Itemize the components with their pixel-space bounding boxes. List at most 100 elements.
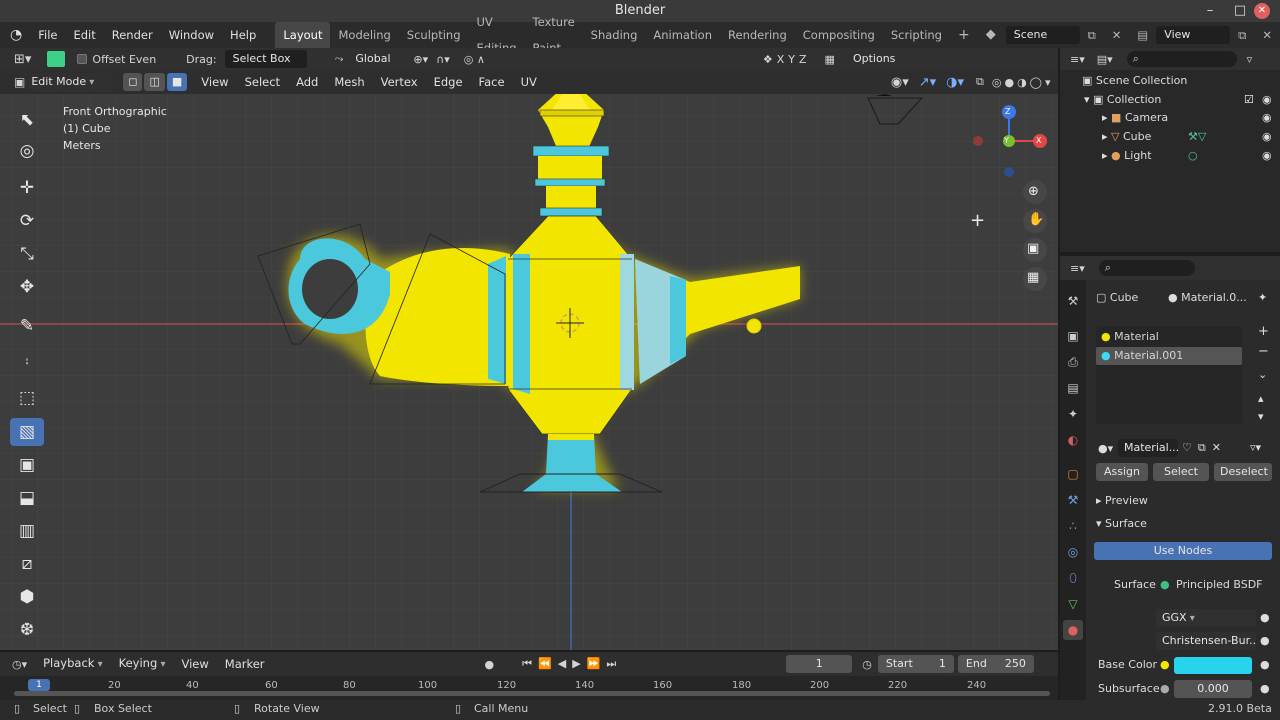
tool-tab-icon[interactable]: ⚒ — [1063, 291, 1083, 311]
proportional-edit-icon[interactable]: ◎ ∧ — [464, 53, 485, 66]
timeline-menu-view[interactable]: View — [173, 651, 216, 677]
record-button[interactable]: ● — [485, 658, 495, 671]
end-frame-field[interactable]: End 250 — [957, 655, 1034, 673]
editor-type-icon[interactable]: ⊞▾ — [14, 52, 31, 67]
snap-icon[interactable]: ∩▾ — [436, 53, 450, 66]
cube-visibility-icon[interactable]: ◉ — [1262, 128, 1272, 146]
tab-shading[interactable]: Shading — [583, 22, 646, 48]
output-tab-icon[interactable]: ⎙ — [1063, 352, 1083, 372]
deselect-button[interactable]: Deselect — [1214, 463, 1272, 481]
tab-layout[interactable]: Layout — [275, 22, 331, 48]
rotate-tool-icon[interactable]: ⟳ — [10, 207, 44, 235]
slot-specials-icon[interactable]: ⌄ — [1258, 368, 1267, 381]
material-slot-item[interactable]: ● Material — [1096, 328, 1242, 346]
select-tool-icon[interactable]: ⬉ — [10, 106, 44, 134]
xray-icon[interactable]: ⧉ — [976, 75, 984, 89]
select-button[interactable]: Select — [1153, 463, 1209, 481]
overlay-toggle-icon[interactable]: ◑▾ — [946, 75, 964, 90]
base-color-swatch[interactable] — [1174, 657, 1252, 674]
viewport-menu-face[interactable]: Face — [471, 69, 513, 95]
use-nodes-button[interactable]: Use Nodes — [1094, 542, 1272, 560]
add-cube-tool-icon[interactable]: ⬚ — [10, 384, 44, 412]
tab-rendering[interactable]: Rendering — [720, 22, 795, 48]
pin-icon[interactable]: ✦ — [1258, 291, 1267, 304]
zoom-icon[interactable]: ⊕ — [1028, 184, 1039, 199]
physics-tab-icon[interactable]: ◎ — [1063, 542, 1083, 562]
mode-dropdown[interactable]: Edit Mode — [29, 73, 114, 91]
gizmo-toggle-icon[interactable]: ↗▾ — [919, 75, 936, 90]
tab-compositing[interactable]: Compositing — [795, 22, 883, 48]
mesh-options-icon[interactable]: ▦ — [825, 53, 835, 66]
scene-collection-row[interactable]: ▣ Scene Collection — [1082, 72, 1187, 90]
collection-visibility-icon[interactable]: ◉ — [1262, 91, 1272, 109]
remove-scene-icon[interactable]: ✕ — [1104, 22, 1130, 48]
render-tab-icon[interactable]: ▣ — [1063, 326, 1083, 346]
data-tab-icon[interactable]: ▽ — [1063, 594, 1083, 614]
menu-file[interactable]: File — [30, 22, 65, 48]
cursor-tool-icon[interactable]: ◎ — [10, 137, 44, 165]
light-data-icon[interactable]: ○ — [1188, 147, 1198, 165]
edge-select-icon[interactable]: ◫ — [144, 73, 165, 91]
vertex-select-icon[interactable]: ◻ — [123, 73, 143, 91]
preview-range-icon[interactable]: ◷ — [862, 658, 872, 671]
material-browse-icon[interactable]: ●▾ — [1098, 442, 1113, 455]
material-slot-item-selected[interactable]: ● Material.001 — [1096, 347, 1242, 365]
viewport-menu-mesh[interactable]: Mesh — [326, 69, 372, 95]
cube-modifier-icon[interactable]: ⚒▽ — [1188, 128, 1206, 146]
move-slot-up-icon[interactable]: ▴ — [1258, 392, 1264, 405]
spin-tool-icon[interactable]: ❆ — [10, 616, 44, 644]
surface-panel-header[interactable]: ▾ Surface — [1096, 517, 1147, 530]
material-actions-icon[interactable]: ♡⧉✕ — [1182, 441, 1227, 455]
timeline-menu-marker[interactable]: Marker — [217, 651, 273, 677]
offset-even-checkbox[interactable] — [77, 54, 88, 64]
outliner-type-icon[interactable]: ≡▾ — [1070, 53, 1085, 66]
extrude-tool-icon[interactable]: ▧ — [10, 418, 44, 446]
playhead[interactable]: 1 — [28, 679, 50, 691]
distribution-dropdown[interactable]: GGX — [1156, 609, 1256, 627]
modifier-tab-icon[interactable]: ⚒ — [1063, 490, 1083, 510]
particles-tab-icon[interactable]: ∴ — [1063, 516, 1083, 536]
viewport-menu-select[interactable]: Select — [237, 69, 288, 95]
collection-row[interactable]: ▾ ▣ Collection ☑ ◉ — [1084, 91, 1274, 109]
add-slot-button[interactable]: + — [1258, 324, 1269, 339]
constraints-tab-icon[interactable]: ⬯ — [1063, 568, 1083, 588]
outliner-search-input[interactable]: ⌕ — [1126, 51, 1237, 67]
bevel-tool-icon[interactable]: ⬓ — [10, 484, 44, 512]
timeline-menu-keying[interactable]: Keying — [111, 650, 174, 678]
blender-logo-icon[interactable]: ◔ — [0, 22, 30, 48]
material-filter-icon[interactable]: ▿▾ — [1250, 441, 1261, 454]
menu-help[interactable]: Help — [222, 22, 264, 48]
viewport-menu-uv[interactable]: UV — [513, 69, 545, 95]
properties-type-icon[interactable]: ≡▾ — [1070, 262, 1085, 275]
surface-shader-value[interactable]: Principled BSDF — [1176, 578, 1263, 591]
object-tab-icon[interactable]: ▢ — [1063, 464, 1083, 484]
pan-hand-icon[interactable]: ✋ — [1028, 212, 1044, 227]
viewport-menu-view[interactable]: View — [193, 69, 236, 95]
menu-window[interactable]: Window — [161, 22, 222, 48]
start-frame-field[interactable]: Start 1 — [877, 655, 954, 673]
inset-tool-icon[interactable]: ▣ — [10, 451, 44, 479]
knife-tool-icon[interactable]: ⧄ — [10, 550, 44, 578]
tab-sculpting[interactable]: Sculpting — [399, 22, 469, 48]
move-tool-icon[interactable]: ✛ — [10, 174, 44, 202]
options-dropdown[interactable]: Options — [844, 50, 905, 68]
drag-select-dropdown[interactable]: Select Box — [224, 50, 307, 68]
shading-modes-icon[interactable]: ◎●◑◯▾ — [992, 76, 1054, 89]
measure-tool-icon[interactable]: ⨾ — [10, 345, 44, 373]
mirror-axis-icon[interactable]: ❖XYZ — [763, 53, 811, 66]
scene-selector[interactable]: Scene — [1005, 26, 1080, 44]
camera-view-icon[interactable]: ▣ — [1027, 241, 1039, 256]
playback-controls[interactable]: ⏮⏪◀▶⏩⏭ — [522, 657, 622, 671]
face-select-icon[interactable]: ■ — [166, 73, 188, 91]
properties-search-input[interactable]: ⌕ — [1098, 260, 1195, 276]
timeline-menu-playback[interactable]: Playback — [35, 650, 111, 678]
subsurface-keyframe-icon[interactable]: ● — [1260, 682, 1270, 695]
outliner-item-light[interactable]: ▸ ● Light ○ ◉ — [1102, 147, 1274, 165]
new-view-layer-icon[interactable]: ⧉ — [1230, 22, 1254, 48]
remove-slot-button[interactable]: − — [1258, 344, 1269, 359]
menu-render[interactable]: Render — [104, 22, 161, 48]
new-scene-icon[interactable]: ⧉ — [1080, 22, 1104, 48]
loop-cut-tool-icon[interactable]: ▥ — [10, 517, 44, 545]
world-tab-icon[interactable]: ◐ — [1063, 430, 1083, 450]
transform-tool-icon[interactable]: ✥ — [10, 273, 44, 301]
